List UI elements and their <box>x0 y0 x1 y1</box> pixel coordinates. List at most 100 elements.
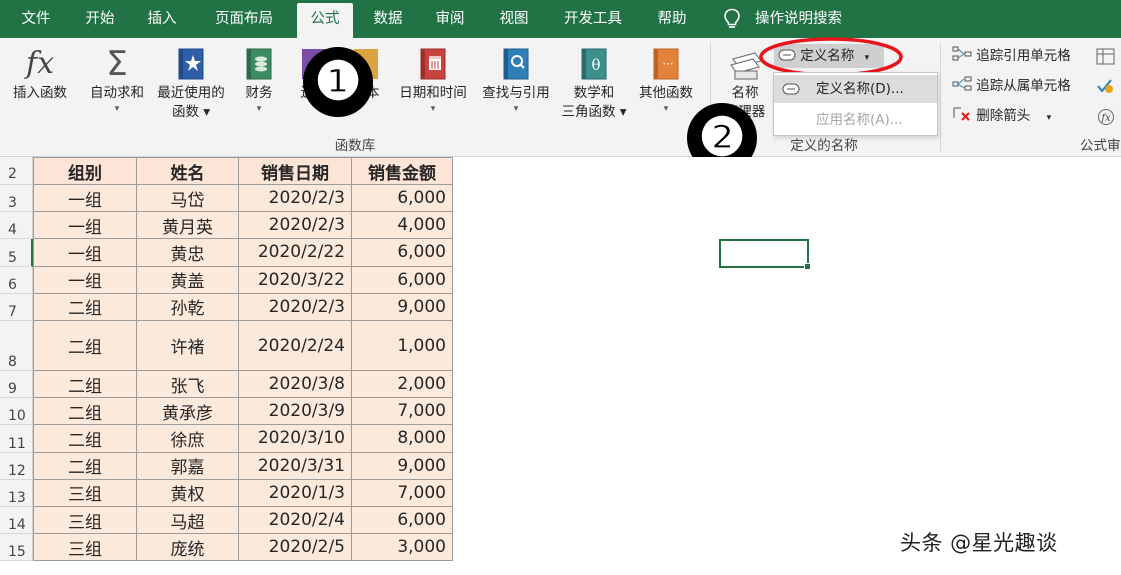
row-header[interactable]: 8 <box>0 321 33 371</box>
row-header[interactable]: 6 <box>0 266 33 294</box>
table-cell-group[interactable]: 二组 <box>33 425 137 453</box>
theta-book-icon: θ <box>581 48 607 80</box>
table-cell-amount[interactable]: 2,000 <box>352 371 453 399</box>
apply-names-menu-item: 应用名称(A)... <box>774 106 937 134</box>
trace-dependents-button[interactable]: 追踪从属单元格 <box>952 74 1071 98</box>
column-header-cell[interactable]: 销售金额 <box>352 157 453 185</box>
table-cell-amount[interactable]: 6,000 <box>352 239 453 267</box>
column-header-cell[interactable]: 姓名 <box>137 157 239 185</box>
more-functions-button[interactable]: ··· 其他函数 ▾ <box>632 44 700 115</box>
tab-data[interactable]: 数据 <box>365 0 411 38</box>
table-cell-amount[interactable]: 6,000 <box>352 185 453 213</box>
table-cell-name[interactable]: 马岱 <box>137 185 239 213</box>
table-cell-name[interactable]: 黄盖 <box>137 266 239 294</box>
table-cell-group[interactable]: 三组 <box>33 534 137 562</box>
row-header[interactable]: 9 <box>0 371 33 399</box>
table-cell-name[interactable]: 张飞 <box>137 371 239 399</box>
row-header[interactable]: 15 <box>0 534 33 562</box>
row-header[interactable]: 5 <box>0 239 33 267</box>
tab-help[interactable]: 帮助 <box>648 0 696 38</box>
table-cell-date[interactable]: 2020/2/5 <box>239 534 352 562</box>
table-cell-amount[interactable]: 6,000 <box>352 266 453 294</box>
tab-page-layout[interactable]: 页面布局 <box>206 0 282 38</box>
table-cell-name[interactable]: 许褚 <box>137 321 239 371</box>
math-trig-button[interactable]: θ 数学和 三角函数 ▾ <box>556 44 632 122</box>
table-cell-amount[interactable]: 7,000 <box>352 398 453 426</box>
table-cell-date[interactable]: 2020/2/24 <box>239 321 352 371</box>
tab-insert[interactable]: 插入 <box>140 0 184 38</box>
row-header[interactable]: 11 <box>0 425 33 453</box>
table-cell-name[interactable]: 黄忠 <box>137 239 239 267</box>
recently-used-button[interactable]: 最近使用的 函数 ▾ <box>152 44 230 122</box>
define-name-menu-item[interactable]: 定义名称(D)... <box>774 75 937 103</box>
tell-me-search[interactable]: 操作说明搜索 <box>755 0 842 38</box>
tab-file[interactable]: 文件 <box>12 0 60 38</box>
table-cell-name[interactable]: 马超 <box>137 507 239 535</box>
table-cell-name[interactable]: 庞统 <box>137 534 239 562</box>
table-cell-group[interactable]: 二组 <box>33 398 137 426</box>
table-cell-amount[interactable]: 3,000 <box>352 534 453 562</box>
table-cell-date[interactable]: 2020/2/3 <box>239 212 352 240</box>
show-formulas-icon[interactable] <box>1096 48 1116 66</box>
table-cell-group[interactable]: 三组 <box>33 479 137 507</box>
evaluate-formula-icon[interactable]: fx <box>1097 108 1115 126</box>
insert-function-button[interactable]: fx 插入函数 <box>4 44 76 103</box>
tab-view[interactable]: 视图 <box>491 0 537 38</box>
table-cell-date[interactable]: 2020/3/8 <box>239 371 352 399</box>
row-header[interactable]: 10 <box>0 398 33 426</box>
table-cell-name[interactable]: 黄月英 <box>137 212 239 240</box>
table-cell-group[interactable]: 三组 <box>33 507 137 535</box>
column-header-cell[interactable]: 销售日期 <box>239 157 352 185</box>
table-cell-amount[interactable]: 6,000 <box>352 507 453 535</box>
table-cell-amount[interactable]: 9,000 <box>352 452 453 480</box>
table-cell-amount[interactable]: 8,000 <box>352 425 453 453</box>
financial-button[interactable]: 财务 ▾ <box>236 44 282 115</box>
table-cell-name[interactable]: 郭嘉 <box>137 452 239 480</box>
active-cell-selection[interactable] <box>719 239 811 270</box>
row-header[interactable]: 4 <box>0 212 33 240</box>
tab-developer[interactable]: 开发工具 <box>556 0 630 38</box>
table-cell-group[interactable]: 二组 <box>33 371 137 399</box>
table-cell-amount[interactable]: 7,000 <box>352 479 453 507</box>
table-cell-date[interactable]: 2020/2/3 <box>239 293 352 321</box>
autosum-button[interactable]: Σ 自动求和 ▾ <box>84 44 150 115</box>
table-cell-name[interactable]: 黄权 <box>137 479 239 507</box>
table-cell-group[interactable]: 一组 <box>33 185 137 213</box>
row-header[interactable]: 14 <box>0 507 33 535</box>
trace-precedents-button[interactable]: 追踪引用单元格 <box>952 44 1071 68</box>
tab-review[interactable]: 审阅 <box>428 0 472 38</box>
table-cell-date[interactable]: 2020/1/3 <box>239 479 352 507</box>
table-cell-name[interactable]: 黄承彦 <box>137 398 239 426</box>
row-header[interactable]: 3 <box>0 185 33 213</box>
table-cell-group[interactable]: 二组 <box>33 293 137 321</box>
remove-arrows-button[interactable]: 删除箭头 ▾ <box>952 104 1051 128</box>
worksheet-grid[interactable]: 2 组别 姓名 销售日期 销售金额 3 一组 马岱 2020/2/3 6,000 4 一组 黄月英 202… <box>0 157 1121 575</box>
table-cell-name[interactable]: 徐庶 <box>137 425 239 453</box>
column-header-cell[interactable]: 组别 <box>33 157 137 185</box>
table-cell-name[interactable]: 孙乾 <box>137 293 239 321</box>
table-cell-date[interactable]: 2020/3/9 <box>239 398 352 426</box>
row-header[interactable]: 12 <box>0 452 33 480</box>
table-cell-date[interactable]: 2020/2/4 <box>239 507 352 535</box>
table-cell-date[interactable]: 2020/3/10 <box>239 425 352 453</box>
table-cell-group[interactable]: 一组 <box>33 212 137 240</box>
row-header[interactable]: 2 <box>0 157 33 185</box>
table-cell-date[interactable]: 2020/3/22 <box>239 266 352 294</box>
table-cell-group[interactable]: 二组 <box>33 321 137 371</box>
table-cell-amount[interactable]: 1,000 <box>352 321 453 371</box>
table-cell-group[interactable]: 一组 <box>33 266 137 294</box>
tab-formulas[interactable]: 公式 <box>297 3 353 38</box>
table-cell-group[interactable]: 一组 <box>33 239 137 267</box>
error-checking-icon[interactable] <box>1096 78 1114 94</box>
row-header[interactable]: 7 <box>0 293 33 321</box>
table-cell-amount[interactable]: 9,000 <box>352 293 453 321</box>
tab-home[interactable]: 开始 <box>78 0 122 38</box>
row-header[interactable]: 13 <box>0 479 33 507</box>
date-time-button[interactable]: 日期和时间 ▾ <box>392 44 474 115</box>
table-cell-amount[interactable]: 4,000 <box>352 212 453 240</box>
table-cell-date[interactable]: 2020/2/22 <box>239 239 352 267</box>
table-cell-group[interactable]: 二组 <box>33 452 137 480</box>
table-cell-date[interactable]: 2020/2/3 <box>239 185 352 213</box>
table-cell-date[interactable]: 2020/3/31 <box>239 452 352 480</box>
lookup-reference-button[interactable]: 查找与引用 ▾ <box>476 44 556 115</box>
